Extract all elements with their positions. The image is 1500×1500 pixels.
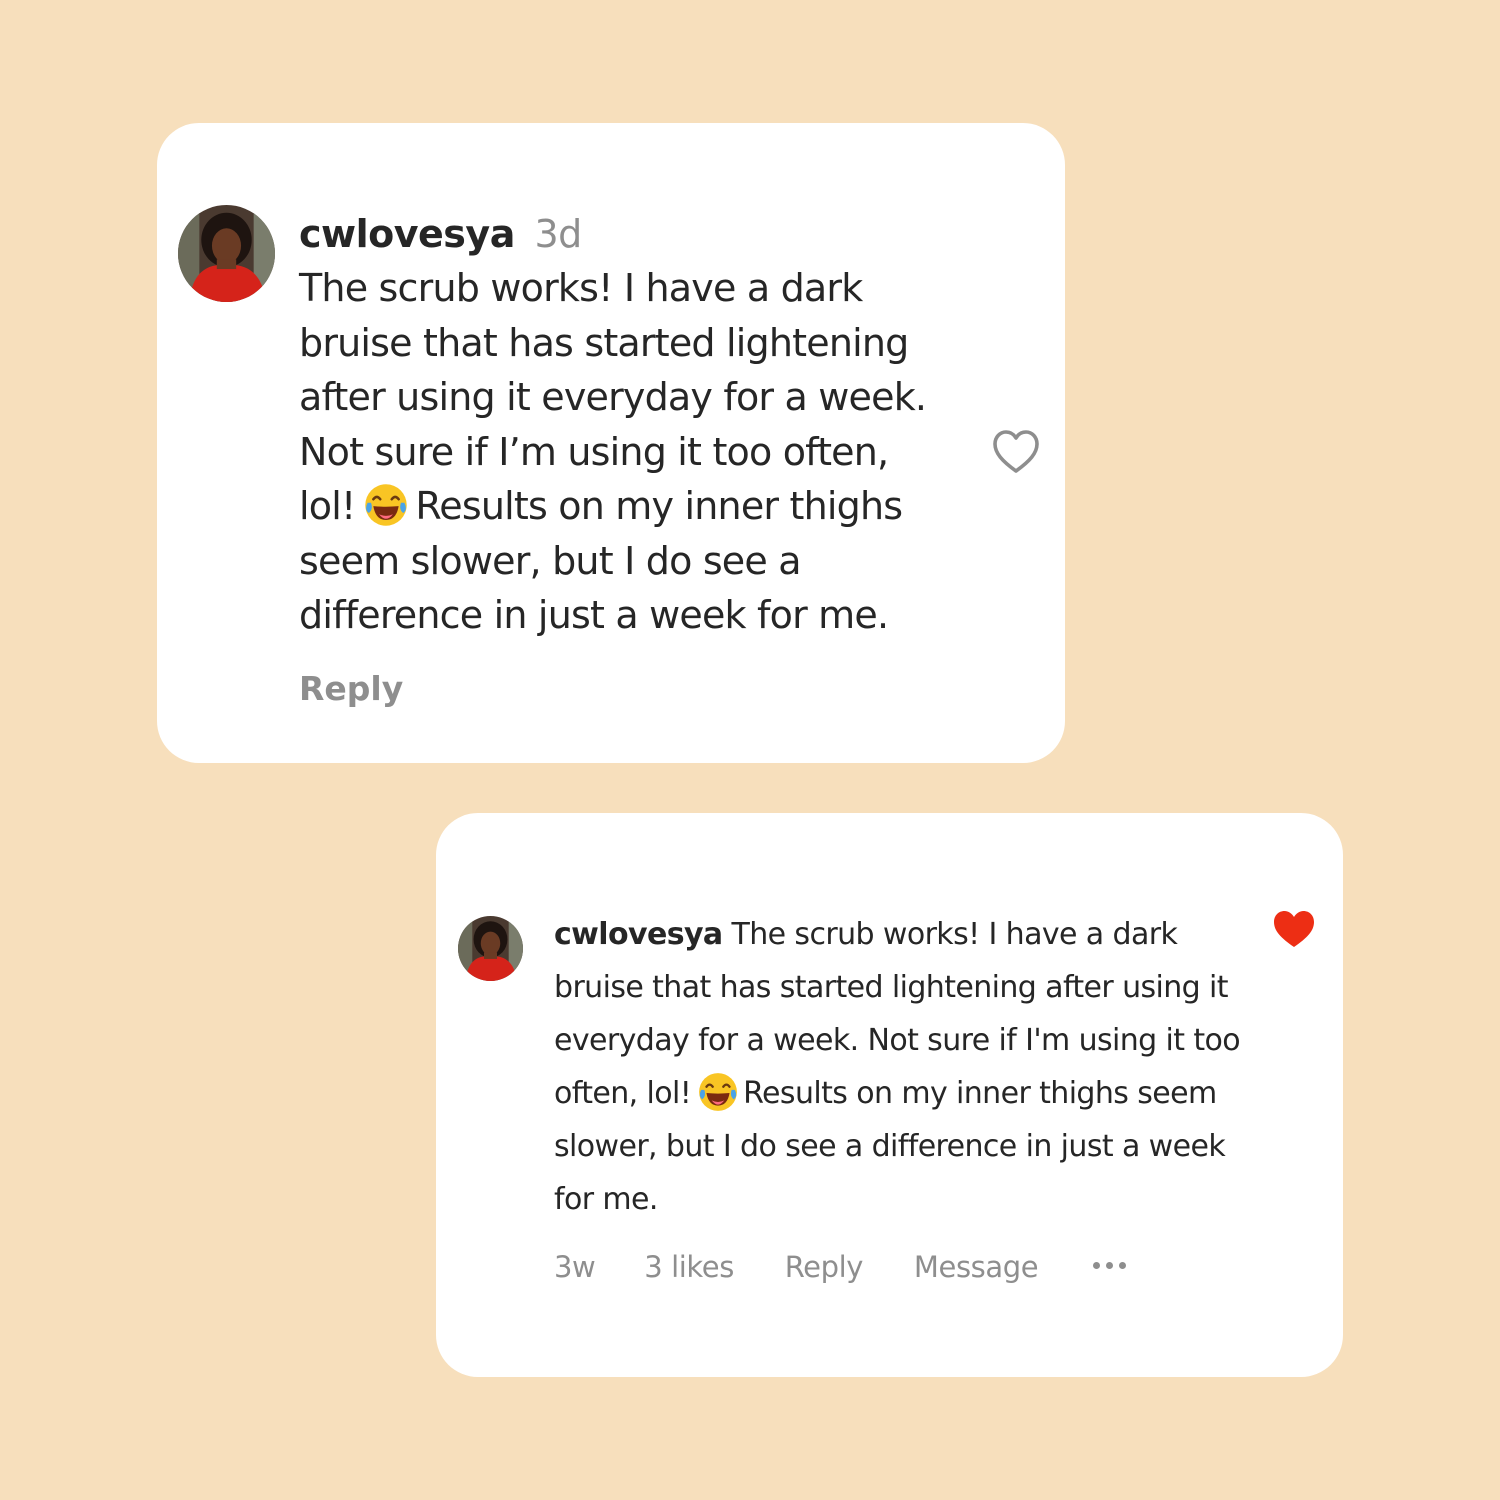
comment-line: seem slower, but I do see a bbox=[299, 538, 802, 583]
comment-line-with-emoji: lol! Results on my inner thighs bbox=[299, 479, 939, 534]
avatar[interactable] bbox=[458, 916, 523, 981]
comment-header: cwlovesya 3d bbox=[299, 211, 582, 257]
comment-line: after using it everyday for a week. bbox=[299, 375, 927, 419]
face-with-tears-of-joy-icon bbox=[697, 1071, 739, 1113]
comment-line: slower, but I do see a difference in jus… bbox=[554, 1129, 1226, 1164]
comment-text: The scrub works! I have a dark bruise th… bbox=[299, 261, 939, 643]
comment-fragment: Results on my inner thighs seem bbox=[743, 1076, 1217, 1111]
comment-line: for me. bbox=[554, 1182, 658, 1217]
avatar-photo bbox=[178, 205, 275, 302]
comment-text: cwlovesya The scrub works! I have a dark… bbox=[554, 908, 1254, 1226]
comment-fragment: often, lol! bbox=[554, 1076, 692, 1111]
message-button[interactable]: Message bbox=[914, 1247, 1039, 1287]
comment-line-with-username: cwlovesya The scrub works! I have a dark bbox=[554, 908, 1254, 961]
comment-line-with-emoji: often, lol! Results on my inner thighs s… bbox=[554, 1067, 1254, 1120]
comment-fragment: The scrub works! I have a dark bbox=[731, 917, 1178, 952]
username[interactable]: cwlovesya bbox=[299, 212, 515, 256]
heart-outline-icon[interactable] bbox=[992, 429, 1040, 475]
reply-button[interactable]: Reply bbox=[299, 669, 403, 709]
comment-card-compact: cwlovesya The scrub works! I have a dark… bbox=[436, 813, 1343, 1377]
comment-fragment: Results on my inner thighs bbox=[415, 484, 903, 528]
comment-line: The scrub works! I have a dark bbox=[299, 266, 863, 310]
comment-actions: 3w 3 likes Reply Message bbox=[554, 1245, 1129, 1287]
heart-filled-icon[interactable] bbox=[1272, 909, 1316, 949]
comment-line: difference in just a week for me. bbox=[299, 593, 889, 637]
comment-line: everyday for a week. Not sure if I'm usi… bbox=[554, 1023, 1241, 1058]
comment-fragment: lol! bbox=[299, 484, 356, 528]
comment-line: bruise that has started lightening bbox=[299, 320, 909, 365]
timestamp: 3w bbox=[554, 1250, 596, 1284]
comment-line: bruise that has started lightening after… bbox=[554, 970, 1229, 1005]
avatar-photo bbox=[458, 916, 523, 981]
username[interactable]: cwlovesya bbox=[554, 917, 723, 952]
timestamp: 3d bbox=[534, 212, 582, 256]
avatar[interactable] bbox=[178, 205, 275, 302]
face-with-tears-of-joy-icon bbox=[363, 482, 409, 528]
more-dots-icon[interactable] bbox=[1089, 1260, 1129, 1270]
comment-card-large: cwlovesya 3d The scrub works! I have a d… bbox=[157, 123, 1065, 763]
likes-count[interactable]: 3 likes bbox=[644, 1247, 734, 1287]
comment-line: Not sure if I’m using it too often, bbox=[299, 429, 889, 474]
reply-button[interactable]: Reply bbox=[785, 1247, 864, 1287]
